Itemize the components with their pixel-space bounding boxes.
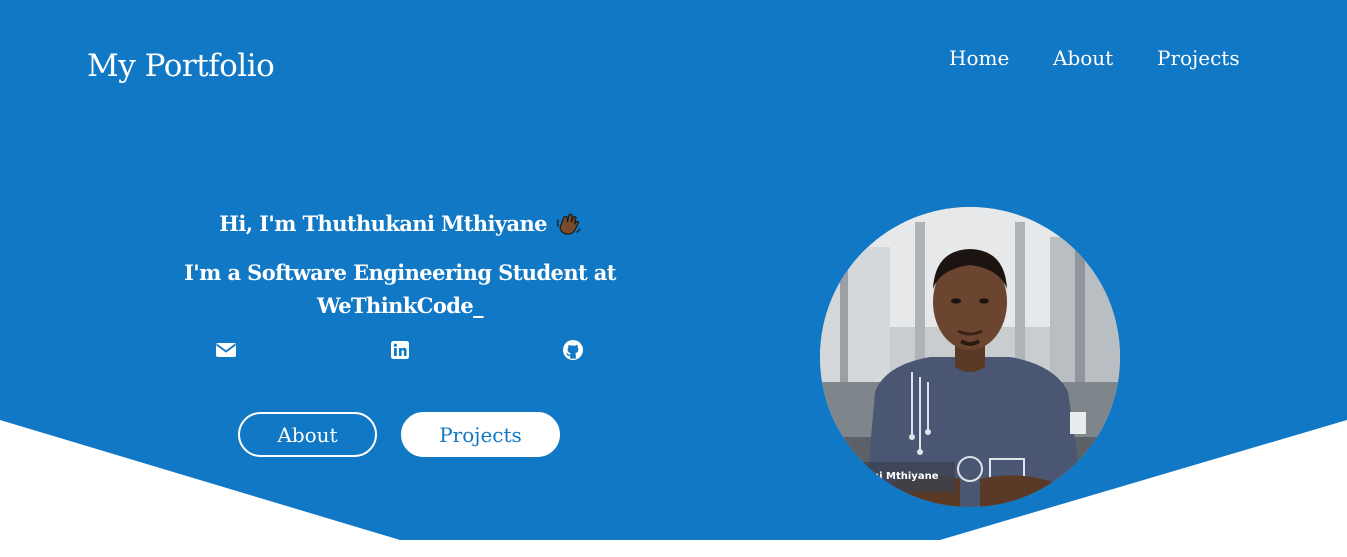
github-icon[interactable] — [562, 339, 584, 361]
hero-intro: Hi, I'm Thuthukani Mthiyane I'm a Softwa… — [170, 207, 630, 322]
nav-link-projects[interactable]: Projects — [1157, 46, 1247, 70]
linkedin-icon[interactable] — [389, 339, 411, 361]
navbar: My Portfolio Home About Projects — [0, 0, 1347, 130]
profile-photo: ni Mthiyane — [820, 207, 1120, 507]
greeting-text: Hi, I'm Thuthukani Mthiyane — [219, 211, 547, 236]
brand-logo[interactable]: My Portfolio — [87, 48, 275, 84]
social-links — [215, 339, 585, 363]
nav-link-home[interactable]: Home — [949, 46, 1053, 70]
photo-caption: ni Mthiyane — [872, 471, 939, 482]
nav-links: Home About Projects — [949, 46, 1247, 70]
hero-greeting: Hi, I'm Thuthukani Mthiyane — [170, 207, 630, 241]
profile-photo-art — [820, 207, 1120, 507]
page: My Portfolio Home About Projects Hi, I'm… — [0, 0, 1347, 557]
email-icon[interactable] — [215, 339, 237, 361]
projects-button[interactable]: Projects — [401, 412, 560, 457]
nav-link-about[interactable]: About — [1053, 46, 1157, 70]
hero-tagline: I'm a Software Engineering Student at We… — [184, 260, 616, 318]
waving-hand-icon — [556, 213, 581, 235]
about-button[interactable]: About — [238, 412, 377, 457]
